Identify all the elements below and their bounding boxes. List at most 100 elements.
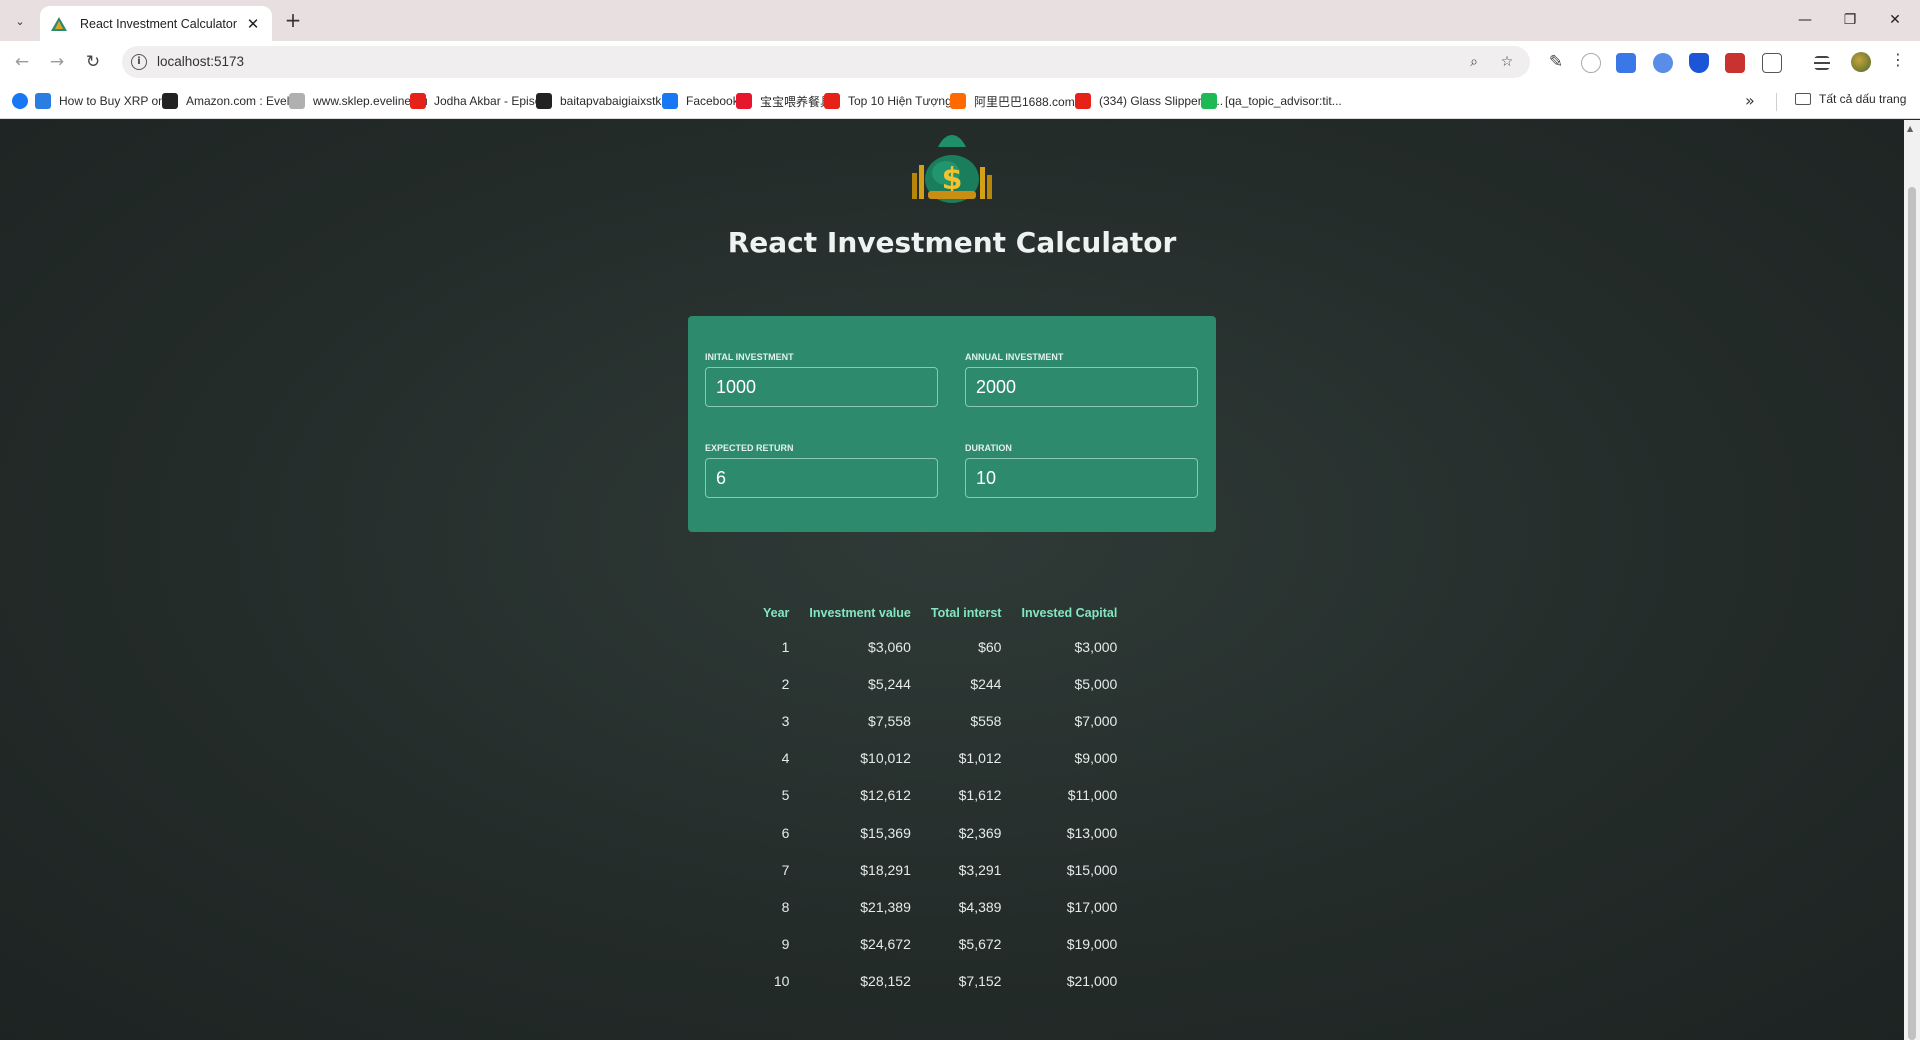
bookmark-label: Facebook [686,94,739,108]
cell-total-interest: $7,152 [958,973,1002,990]
money-bag-logo-icon: $ [912,135,992,203]
cell-year: 5 [781,787,790,804]
cell-total-interest: $1,012 [958,750,1002,767]
bookmark-label: baitapvabaigiaixstk... [560,94,672,108]
shield-extension-icon[interactable] [1689,53,1709,73]
zoom-icon[interactable]: ⌕ [1464,52,1484,72]
cell-investment-value: $12,612 [860,787,911,804]
forward-arrow-icon[interactable]: → [45,50,69,74]
restore-icon[interactable]: ❐ [1838,8,1862,32]
site-info-icon[interactable]: i [131,54,147,70]
initial-investment-input[interactable] [705,367,938,407]
page-viewport: $ React Investment Calculator Inital Inv… [0,120,1904,1040]
cell-invested-capital: $19,000 [1066,936,1118,953]
cell-total-interest: $5,672 [958,936,1002,953]
bookmark-item[interactable]: Amazon.com : Eveli... [162,92,302,110]
cell-year: 1 [781,638,790,655]
cell-total-interest: $3,291 [958,861,1002,878]
cell-investment-value: $28,152 [860,973,911,990]
extensions-puzzle-icon[interactable] [1762,53,1782,73]
bookmark-label: Amazon.com : Eveli... [186,94,303,108]
page-title: React Investment Calculator [727,226,1177,259]
cell-invested-capital: $21,000 [1066,973,1118,990]
bookmark-item[interactable]: Top 10 Hiện Tượng... [824,92,962,110]
cell-invested-capital: $11,000 [1067,787,1118,804]
minimize-icon[interactable]: — [1793,8,1817,32]
results-body: 1 $3,060 $60 $3,000 2 $5,244 $244 $5,000 3 $7,558… [763,628,1127,1000]
cell-total-interest: $60 [978,638,1002,655]
new-tab-plus-icon[interactable]: + [282,9,304,31]
bookmark-label: 阿里巴巴1688.com... [974,94,1085,109]
cell-total-interest: $1,612 [958,787,1002,804]
bookmark-icon-cx [1201,93,1217,109]
annual-investment-group: Annual Investment [965,352,1198,407]
media-controls-icon[interactable] [1814,56,1830,70]
expected-return-group: Expected Return [705,443,938,498]
app-favicon-icon [51,16,67,31]
browser-menu-icon[interactable]: ⋮ [1890,50,1906,69]
bookmark-item[interactable]: baitapvabaigiaixstk... [536,92,671,110]
all-bookmarks-button[interactable]: Tất cả dấu trang [1795,92,1906,106]
bookmark-label: 宝宝喂养餐具 [760,94,833,109]
bookmark-item[interactable]: 宝宝喂养餐具 [736,92,832,110]
header-total-interest: Total interst [930,606,1002,620]
bookmark-icon-youtube [824,93,840,109]
initial-investment-label: Inital Investment [705,352,794,362]
pen-extension-icon[interactable]: ✎ [1544,50,1568,74]
annual-investment-input[interactable] [965,367,1198,407]
cell-invested-capital: $7,000 [1074,712,1118,729]
bookmark-star-icon[interactable]: ☆ [1497,52,1517,72]
cell-year: 10 [773,973,790,990]
bookmark-label: Top 10 Hiện Tượng... [848,94,962,108]
url-text[interactable]: localhost:5173 [157,54,244,69]
bookmark-item[interactable]: Facebook [662,92,739,110]
cell-year: 7 [781,861,790,878]
close-window-icon[interactable]: ✕ [1883,8,1907,32]
red-extension-icon[interactable] [1725,53,1745,73]
cell-total-interest: $4,389 [958,898,1002,915]
cell-year: 8 [781,898,790,915]
bookmark-item[interactable]: How to Buy XRP on... [35,92,175,110]
tab-close-icon[interactable]: ✕ [244,15,262,33]
bookmarks-divider [1776,93,1777,111]
cell-year: 3 [781,712,790,729]
cell-invested-capital: $15,000 [1066,861,1118,878]
cell-investment-value: $10,012 [860,750,911,767]
bookmark-item[interactable]: 阿里巴巴1688.com... [950,92,1085,110]
cell-total-interest: $558 [970,712,1002,729]
reload-icon[interactable]: ↻ [81,50,105,74]
tab-title: React Investment Calculator [80,16,238,31]
facebook-icon [12,93,28,109]
cell-investment-value: $15,369 [860,824,911,841]
tab-search-chevron-icon[interactable]: ⌄ [9,10,31,32]
bookmark-icon-xrp [35,93,51,109]
profile-avatar[interactable] [1851,52,1871,72]
expected-return-input[interactable] [705,458,938,498]
cell-invested-capital: $9,000 [1074,750,1118,767]
folder-icon [1795,93,1811,105]
cell-year: 2 [781,675,790,692]
cell-invested-capital: $17,000 [1066,898,1118,915]
back-arrow-icon[interactable]: ← [10,50,34,74]
table-row: 9 $24,672 $5,672 $19,000 [763,926,1127,963]
bookmark-item[interactable]: Jodha Akbar - Episo... [410,92,551,110]
table-row: 1 $3,060 $60 $3,000 [763,628,1127,665]
scroll-up-arrow-icon[interactable]: ▲ [1907,124,1913,133]
header-year: Year [763,606,790,620]
more-bookmarks-icon[interactable]: » [1745,91,1755,110]
bookmark-item[interactable]: www.sklep.eveline.eu [289,92,428,110]
compass-extension-icon[interactable] [1581,53,1601,73]
cell-investment-value: $5,244 [868,675,911,692]
cell-investment-value: $18,291 [860,861,911,878]
bookmark-facebook-icon-only[interactable] [12,92,36,110]
cell-investment-value: $24,672 [860,936,911,953]
browser-tab-active[interactable]: React Investment Calculator ✕ [40,6,272,41]
duration-input[interactable] [965,458,1198,498]
address-bar[interactable]: i localhost:5173 ⌕ ☆ [122,46,1530,78]
page-scrollbar-thumb[interactable] [1908,187,1916,1040]
translate-extension-icon[interactable] [1616,53,1636,73]
lens-extension-icon[interactable] [1653,53,1673,73]
table-row: 4 $10,012 $1,012 $9,000 [763,740,1127,777]
bookmark-item[interactable]: [qa_topic_advisor:tit... [1201,92,1342,110]
table-row: 5 $12,612 $1,612 $11,000 [763,777,1127,814]
